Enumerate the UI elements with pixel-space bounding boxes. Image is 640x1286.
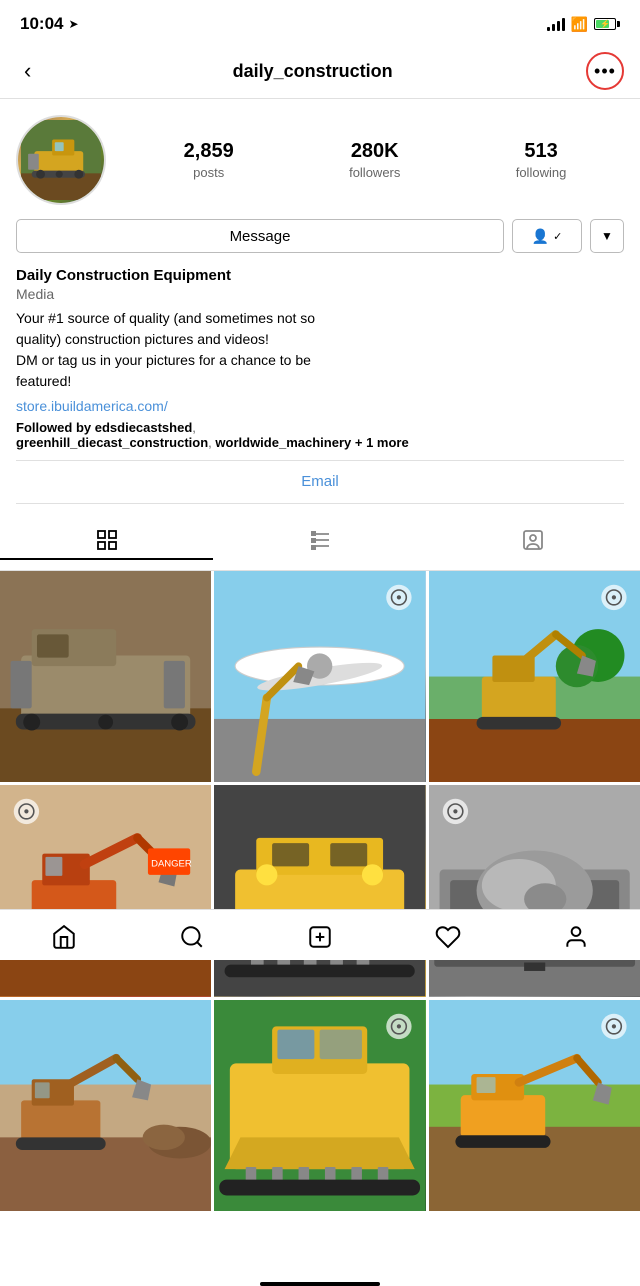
svg-text:DANGER: DANGER [151, 859, 192, 870]
photo-cell-1[interactable] [0, 571, 211, 782]
location-icon: ➤ [68, 17, 78, 31]
nav-home[interactable] [0, 920, 128, 954]
home-icon [51, 924, 77, 950]
grid-icon [95, 528, 119, 552]
status-bar: 10:04 ➤ 📶 ⚡ [0, 0, 640, 44]
nav-profile[interactable] [512, 920, 640, 954]
photo-grid: DANGER [0, 571, 640, 1211]
search-icon [179, 924, 205, 950]
list-icon [308, 528, 332, 552]
ellipsis-icon: ••• [594, 62, 616, 80]
nav-activity[interactable] [384, 920, 512, 954]
chevron-down-icon: ▼ [601, 229, 613, 243]
posts-label: posts [193, 165, 224, 180]
profile-section: 2,859 posts 280K followers 513 following… [0, 99, 640, 512]
nav-bar: ‹ daily_construction ••• [0, 44, 640, 99]
display-name: Daily Construction Equipment [16, 267, 624, 284]
message-button[interactable]: Message [16, 219, 504, 253]
home-indicator [260, 1282, 380, 1286]
email-button[interactable]: Email [301, 473, 339, 490]
photo-cell-2[interactable] [214, 571, 425, 782]
person-tag-icon [521, 528, 545, 552]
photo-cell-5[interactable] [214, 785, 425, 996]
bio-text: Your #1 source of quality (and sometimes… [16, 308, 624, 392]
photo-cell-6[interactable] [429, 785, 640, 996]
dropdown-button[interactable]: ▼ [590, 219, 624, 253]
action-buttons: Message 👤 ✓ ▼ [16, 219, 624, 253]
stats-row: 2,859 posts 280K followers 513 following [126, 140, 624, 180]
person-icon [563, 924, 589, 950]
signal-icon [547, 17, 565, 31]
photo-cell-9[interactable] [429, 1000, 640, 1211]
followers-count: 280K [351, 140, 399, 163]
photo-cell-4[interactable]: DANGER [0, 785, 211, 996]
nav-search[interactable] [128, 920, 256, 954]
posts-count: 2,859 [184, 140, 234, 163]
photo-cell-8[interactable] [214, 1000, 425, 1211]
follow-button[interactable]: 👤 ✓ [512, 219, 582, 253]
battery-icon: ⚡ [594, 18, 620, 30]
wifi-icon: 📶 [571, 16, 588, 33]
profile-header: 2,859 posts 280K followers 513 following [16, 115, 624, 205]
profile-username: daily_construction [233, 61, 393, 82]
status-icons: 📶 ⚡ [547, 16, 620, 33]
email-cta: Email [16, 460, 624, 504]
bio-category: Media [16, 286, 624, 302]
tab-tagged[interactable] [427, 522, 640, 560]
checkmark-icon: ✓ [553, 230, 562, 243]
bottom-nav [0, 909, 640, 960]
person-icon: 👤 [532, 228, 549, 245]
avatar-image [18, 117, 104, 203]
followers-stat[interactable]: 280K followers [349, 140, 400, 180]
bio-section: Daily Construction Equipment Media Your … [16, 267, 624, 450]
following-stat[interactable]: 513 following [516, 140, 567, 180]
bio-link[interactable]: store.ibuildamerica.com/ [16, 398, 624, 414]
photo-cell-7[interactable] [0, 1000, 211, 1211]
followed-by: Followed by edsdiecastshed, greenhill_di… [16, 420, 624, 450]
plus-square-icon [307, 924, 333, 950]
back-button[interactable]: ‹ [16, 54, 39, 88]
tab-grid[interactable] [0, 522, 213, 560]
more-options-button[interactable]: ••• [586, 52, 624, 90]
following-label: following [516, 165, 567, 180]
followers-label: followers [349, 165, 400, 180]
nav-add[interactable] [256, 920, 384, 954]
tab-list[interactable] [213, 522, 426, 560]
posts-stat[interactable]: 2,859 posts [184, 140, 234, 180]
photo-cell-3[interactable] [429, 571, 640, 782]
avatar[interactable] [16, 115, 106, 205]
status-time: 10:04 [20, 14, 63, 34]
heart-icon [435, 924, 461, 950]
tab-bar [0, 512, 640, 571]
following-count: 513 [524, 140, 557, 163]
